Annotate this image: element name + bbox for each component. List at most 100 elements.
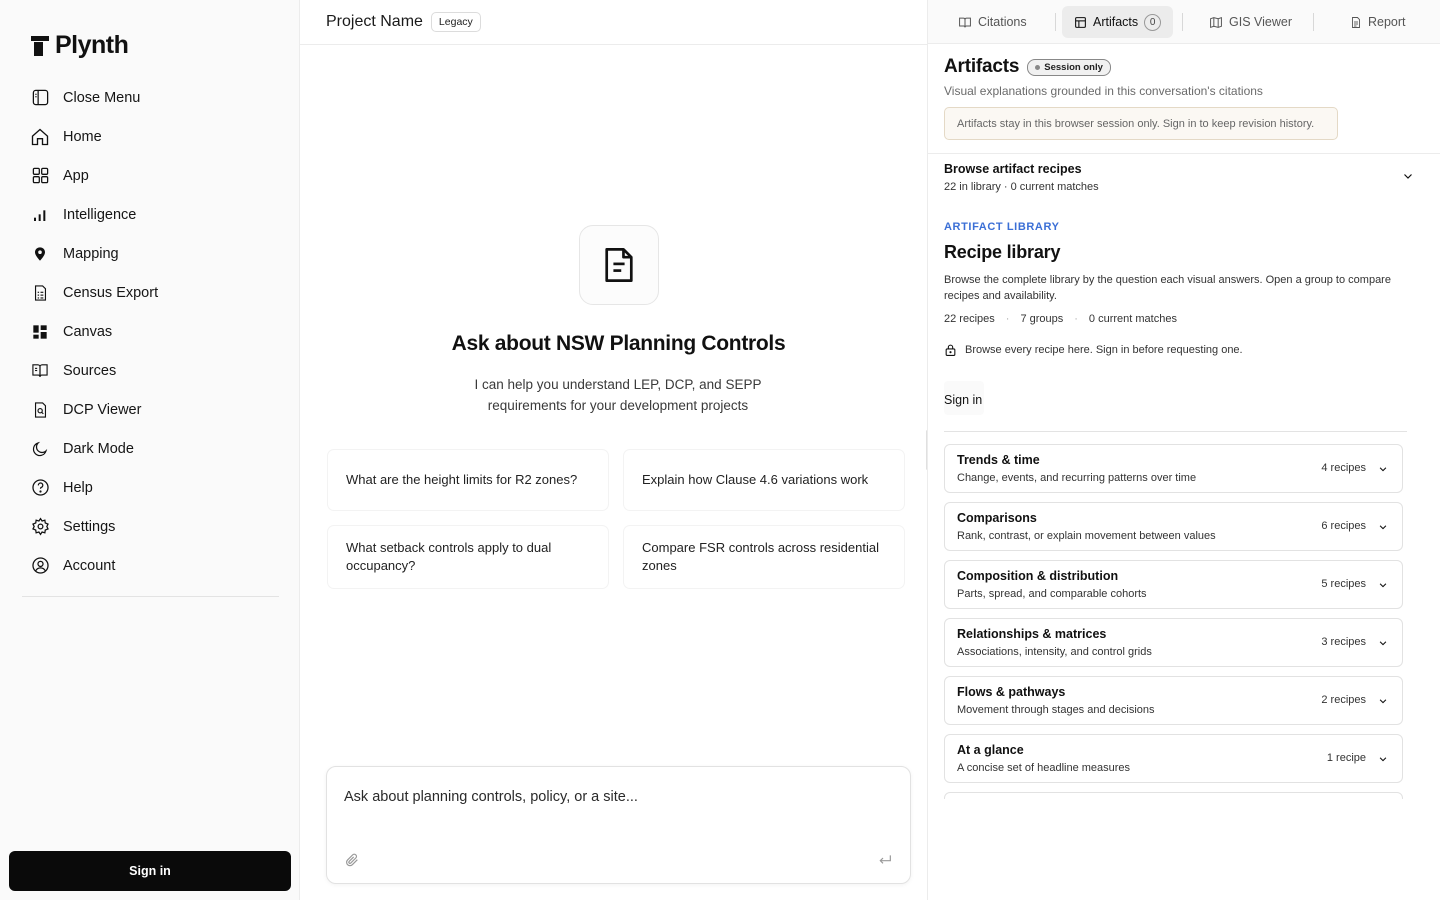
sidebar-item-mapping[interactable]: Mapping (22, 234, 280, 273)
sidebar-nav: Close Menu Home App Intelligence Mapping… (22, 78, 280, 585)
sidebar-item-label: Home (63, 128, 102, 145)
layout-icon (1074, 16, 1087, 29)
chat-header: Project Name Legacy (300, 0, 927, 45)
group-title: Comparisons (957, 511, 1037, 525)
paperclip-icon[interactable] (344, 852, 360, 868)
suggestion-card[interactable]: Explain how Clause 4.6 variations work (624, 450, 904, 510)
recipe-group-comparisons[interactable]: Comparisons Rank, contrast, or explain m… (944, 502, 1403, 551)
sidebar-item-label: Sources (63, 362, 117, 379)
document-icon (579, 225, 659, 305)
library-eyebrow: ARTIFACT LIBRARY (944, 221, 1060, 233)
message-input[interactable] (344, 789, 884, 829)
tab-separator (1313, 13, 1314, 31)
enter-icon[interactable] (877, 852, 893, 868)
sidebar-item-label: Canvas (63, 323, 113, 340)
panel-sign-in-button[interactable]: Sign in (944, 381, 984, 415)
recipe-group-flows-pathways[interactable]: Flows & pathways Movement through stages… (944, 676, 1403, 725)
chat-main: Project Name Legacy Ask about NSW Planni… (300, 0, 927, 900)
group-count: 2 recipes (1321, 694, 1366, 706)
sidebar-toggle-icon (30, 88, 50, 108)
session-notice: Artifacts stay in this browser session o… (944, 107, 1338, 140)
tab-separator (1182, 13, 1183, 31)
lock-icon (944, 343, 957, 357)
tab-label: Artifacts (1093, 15, 1139, 29)
logo-icon (31, 35, 49, 56)
logo[interactable]: Plynth (31, 31, 129, 60)
message-composer (326, 766, 911, 884)
sidebar-item-home[interactable]: Home (22, 117, 280, 156)
book-open-icon (958, 16, 972, 29)
grid-icon (30, 166, 50, 186)
sidebar-item-dcp-viewer[interactable]: DCP Viewer (22, 390, 280, 429)
artifacts-header: Artifacts Session only (944, 56, 1111, 78)
chevron-down-icon (1378, 580, 1388, 590)
group-description: Associations, intensity, and control gri… (957, 646, 1152, 658)
book-icon (30, 361, 50, 381)
sidebar-item-intelligence[interactable]: Intelligence (22, 195, 280, 234)
sidebar-item-account[interactable]: Account (22, 546, 280, 585)
sidebar-divider (22, 596, 279, 597)
gear-icon (30, 517, 50, 537)
browse-recipes-summary: 22 in library · 0 current matches (944, 181, 1099, 193)
sidebar-item-label: Close Menu (63, 89, 141, 106)
library-stats: 22 recipes · 7 groups · 0 current matche… (944, 313, 1177, 325)
tab-report[interactable]: Report (1338, 6, 1418, 38)
sidebar-sign-in-button[interactable]: Sign in (9, 851, 291, 891)
sidebar-item-close-menu[interactable]: Close Menu (22, 78, 280, 117)
tab-citations[interactable]: Citations (946, 6, 1039, 38)
group-count: 5 recipes (1321, 578, 1366, 590)
sidebar-item-sources[interactable]: Sources (22, 351, 280, 390)
sidebar-item-label: Help (63, 479, 93, 496)
recipe-group-partial[interactable] (944, 792, 1403, 799)
group-count: 1 recipe (1326, 752, 1366, 764)
stat-recipes: 22 recipes (944, 313, 995, 325)
tab-label: GIS Viewer (1229, 15, 1292, 29)
suggestion-card[interactable]: What are the height limits for R2 zones? (328, 450, 608, 510)
sidebar-item-census-export[interactable]: Census Export (22, 273, 280, 312)
group-title: Flows & pathways (957, 685, 1066, 699)
chevron-down-icon (1378, 638, 1388, 648)
sidebar-item-label: Settings (63, 518, 116, 535)
suggestion-card[interactable]: What setback controls apply to dual occu… (328, 526, 608, 588)
recipe-group-at-a-glance[interactable]: At a glance A concise set of headline me… (944, 734, 1403, 783)
sidebar-item-label: Dark Mode (63, 440, 134, 457)
status-dot-icon (1035, 64, 1041, 70)
logo-text: Plynth (55, 31, 129, 59)
chevron-down-icon (1378, 754, 1388, 764)
sidebar-item-label: Intelligence (63, 206, 137, 223)
sidebar-item-label: DCP Viewer (63, 401, 142, 418)
sidebar-item-settings[interactable]: Settings (22, 507, 280, 546)
sign-in-required-note: Browse every recipe here. Sign in before… (944, 343, 1243, 357)
chevron-down-icon (1378, 522, 1388, 532)
tab-gis-viewer[interactable]: GIS Viewer (1197, 6, 1304, 38)
sidebar-item-app[interactable]: App (22, 156, 280, 195)
recipe-group-composition-distribution[interactable]: Composition & distribution Parts, spread… (944, 560, 1403, 609)
project-name[interactable]: Project Name (326, 13, 423, 31)
suggestion-text: What are the height limits for R2 zones? (346, 472, 578, 487)
recipe-groups: Trends & time Change, events, and recurr… (944, 444, 1403, 799)
tab-artifacts[interactable]: Artifacts 0 (1062, 6, 1174, 38)
bar-chart-icon (30, 205, 50, 225)
library-title: Recipe library (944, 242, 1061, 262)
sidebar: Plynth Close Menu Home App Intelligence … (0, 0, 300, 900)
dashboard-icon (30, 322, 50, 342)
group-count: 3 recipes (1321, 636, 1366, 648)
browse-recipes-toggle[interactable]: Browse artifact recipes 22 in library · … (944, 160, 1414, 200)
stat-groups: 7 groups (1020, 313, 1064, 325)
moon-icon (30, 439, 50, 459)
group-title: Relationships & matrices (957, 627, 1107, 641)
group-description: Parts, spread, and comparable cohorts (957, 588, 1147, 600)
sidebar-item-dark-mode[interactable]: Dark Mode (22, 429, 280, 468)
recipe-group-trends-time[interactable]: Trends & time Change, events, and recurr… (944, 444, 1403, 493)
suggestion-card[interactable]: Compare FSR controls across residential … (624, 526, 904, 588)
suggestion-text: Compare FSR controls across residential … (642, 540, 879, 573)
artifacts-title: Artifacts (944, 56, 1020, 77)
sidebar-item-help[interactable]: Help (22, 468, 280, 507)
library-description: Browse the complete library by the quest… (944, 274, 1391, 302)
user-circle-icon (30, 556, 50, 576)
separator-dot: · (1005, 313, 1010, 325)
stat-matches: 0 current matches (1088, 313, 1177, 325)
sidebar-item-canvas[interactable]: Canvas (22, 312, 280, 351)
artifacts-panel: Citations Artifacts 0 GIS Viewer Report … (927, 0, 1440, 900)
recipe-group-relationships-matrices[interactable]: Relationships & matrices Associations, i… (944, 618, 1403, 667)
